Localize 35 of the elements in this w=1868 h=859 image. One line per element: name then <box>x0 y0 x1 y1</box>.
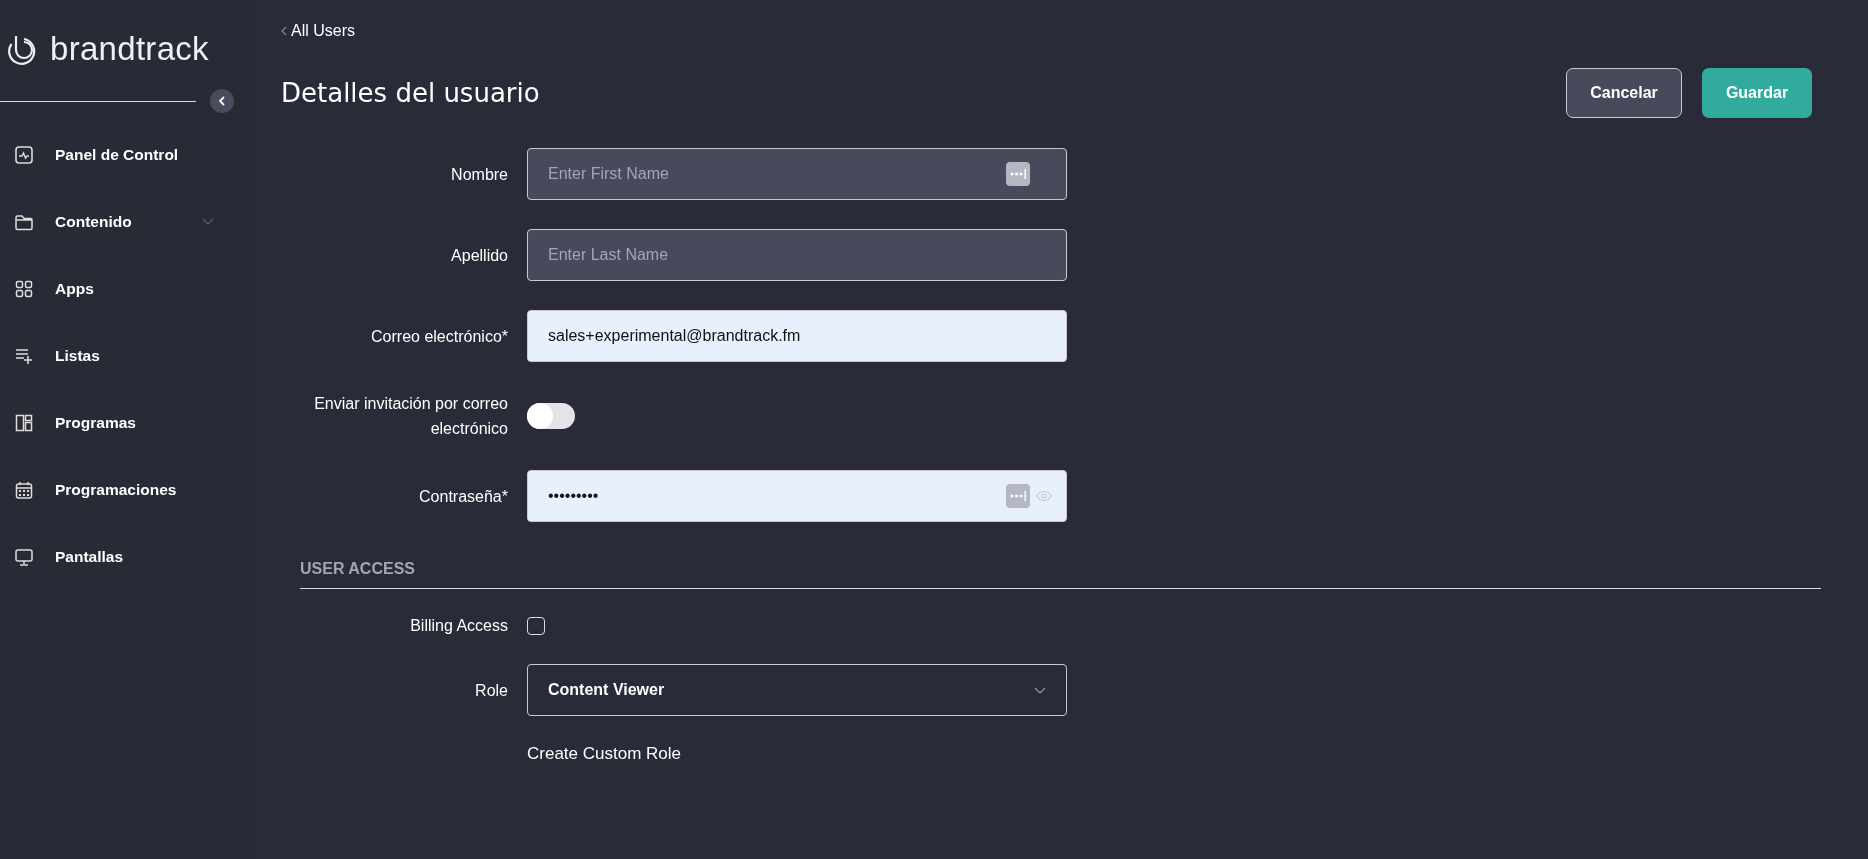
back-chevron-icon <box>281 26 287 36</box>
chevron-down-icon <box>1034 686 1046 694</box>
chevron-left-icon <box>216 95 228 107</box>
nav-item[interactable]: Programaciones <box>0 456 250 523</box>
nav-item[interactable]: Pantallas <box>0 523 250 590</box>
checkbox[interactable] <box>527 616 545 635</box>
nav-item[interactable]: Programas <box>0 389 250 456</box>
nav-item[interactable]: Listas <box>0 322 250 389</box>
field-label: Nombre <box>450 164 509 185</box>
input-field[interactable]: Enter First Name <box>527 148 1067 200</box>
field-label: Enviar invitación por correo electrónico <box>313 394 509 439</box>
logo-text: brandtrack <box>50 30 209 68</box>
password-manager-icon[interactable] <box>1006 484 1030 508</box>
password-field[interactable]: ••••••••• <box>527 470 1067 522</box>
role-dropdown[interactable]: Content Viewer <box>527 664 1067 716</box>
field-label: Role <box>474 680 509 701</box>
nav-item[interactable]: Panel de Control <box>0 121 250 188</box>
password-manager-icon[interactable] <box>1006 162 1030 186</box>
field-label: Apellido <box>450 245 509 266</box>
create-role-link[interactable]: Create Custom Role <box>527 744 681 764</box>
page-title: Detalles del usuario <box>281 78 541 108</box>
back-link[interactable]: All Users <box>291 22 355 40</box>
collapse-button[interactable] <box>210 89 234 113</box>
field-label: Correo electrónico* <box>370 326 509 347</box>
field-label: Contraseña* <box>418 486 509 507</box>
nav-item[interactable]: Contenido <box>0 188 250 255</box>
input-field[interactable]: Enter Last Name <box>527 229 1067 281</box>
section-heading: USER ACCESS <box>300 560 1821 589</box>
chevron-down-icon[interactable] <box>202 217 214 226</box>
field-label: Billing Access <box>409 616 509 636</box>
toggle-switch[interactable] <box>527 403 575 429</box>
cancel-button[interactable]: Cancelar <box>1566 68 1682 118</box>
input-field[interactable]: sales+experimental@brandtrack.fm <box>527 310 1067 362</box>
nav-item[interactable]: Apps <box>0 255 250 322</box>
chart-icon <box>13 143 35 166</box>
